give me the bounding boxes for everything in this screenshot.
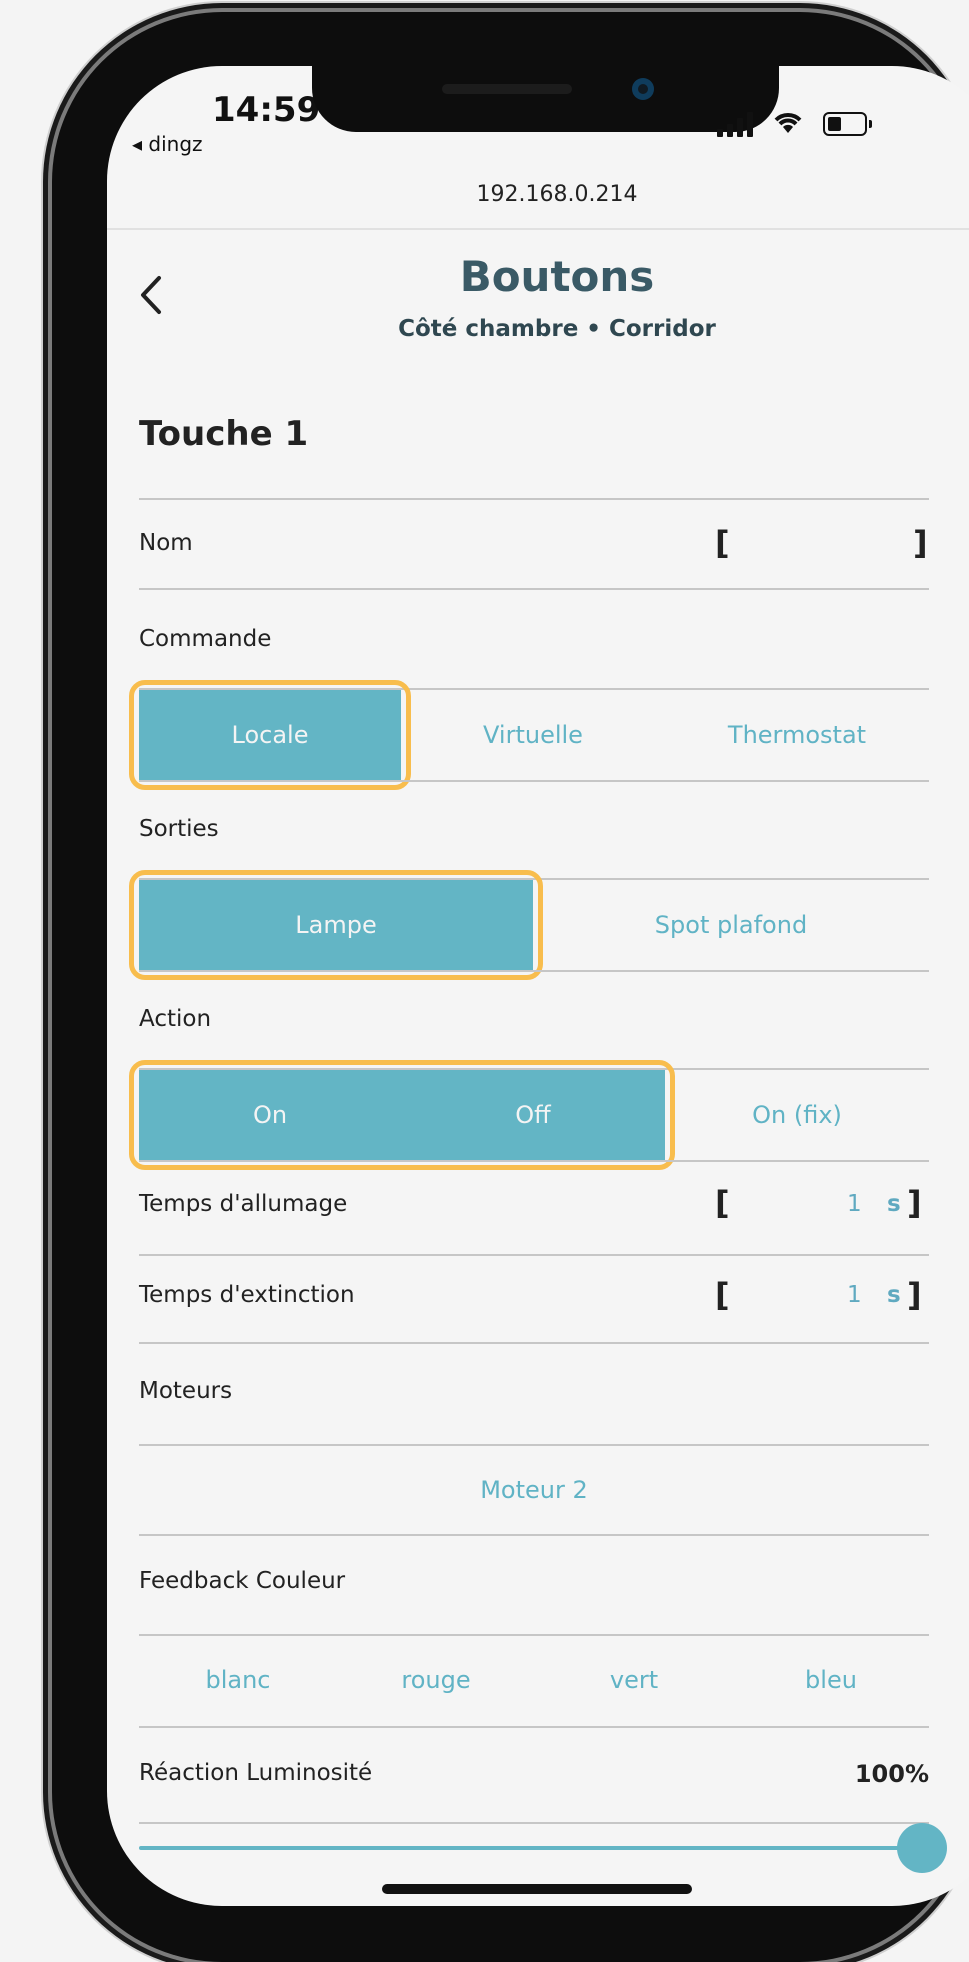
temps-extinction-value[interactable]: 1 [847, 1282, 862, 1308]
feedback-option-blanc[interactable]: blanc [139, 1666, 337, 1694]
home-indicator[interactable] [382, 1884, 692, 1894]
temps-extinction-label: Temps d'extinction [139, 1282, 355, 1308]
highlight-box [129, 1060, 675, 1170]
divider [139, 970, 929, 972]
nom-bracket-open: [ [715, 524, 730, 562]
divider [139, 1534, 929, 1536]
action-option-on-fix[interactable]: On (fix) [665, 1070, 929, 1160]
url-bar-divider [107, 228, 969, 230]
divider [139, 1342, 929, 1344]
nom-field[interactable] [737, 530, 907, 562]
wifi-icon [771, 108, 805, 140]
temps-allumage-unit: s [887, 1191, 901, 1217]
commande-label: Commande [139, 626, 272, 652]
divider [139, 1254, 929, 1256]
temps-extinction-unit: s [887, 1282, 901, 1308]
moteurs-label: Moteurs [139, 1378, 233, 1404]
nom-bracket-close: ] [913, 524, 928, 562]
highlight-box [129, 870, 543, 980]
battery-icon [823, 112, 872, 136]
divider [139, 1726, 929, 1728]
status-time: 14:59 [212, 90, 321, 130]
luminosite-slider-track[interactable] [139, 1846, 903, 1850]
feedback-option-vert[interactable]: vert [535, 1666, 733, 1694]
divider [139, 1160, 929, 1162]
feedback-option-rouge[interactable]: rouge [337, 1666, 535, 1694]
notch [312, 66, 779, 132]
temps-allumage-bracket-open: [ [715, 1184, 730, 1222]
commande-option-virtuelle[interactable]: Virtuelle [401, 690, 665, 780]
sorties-option-spot-plafond[interactable]: Spot plafond [533, 880, 929, 970]
divider [139, 498, 929, 500]
temps-allumage-label: Temps d'allumage [139, 1191, 348, 1217]
status-icons [717, 108, 872, 140]
luminosite-value: 100% [854, 1760, 929, 1788]
temps-extinction-bracket-open: [ [715, 1276, 730, 1314]
volume-up-button [42, 415, 52, 555]
volume-down-button [42, 590, 52, 730]
highlight-box [129, 680, 411, 790]
divider [139, 780, 929, 782]
temps-allumage-value[interactable]: 1 [847, 1191, 862, 1217]
feedback-label: Feedback Couleur [139, 1568, 346, 1594]
page-subtitle: Côté chambre • Corridor [398, 316, 716, 342]
front-camera [632, 78, 654, 100]
action-label: Action [139, 1006, 212, 1032]
back-to-app-link[interactable]: ◂ dingz [132, 132, 203, 156]
nom-label: Nom [139, 530, 193, 556]
temps-extinction-bracket-close: ] [907, 1276, 922, 1314]
luminosite-label: Réaction Luminosité [139, 1760, 373, 1786]
silent-switch [42, 275, 52, 355]
divider [139, 588, 929, 590]
speaker-grille [442, 84, 572, 94]
feedback-option-bleu[interactable]: bleu [733, 1666, 929, 1694]
divider [139, 1822, 929, 1824]
luminosite-slider-thumb[interactable] [897, 1823, 947, 1873]
phone-screen: 14:59 ◂ dingz 192.168.0.214 Boutons Côté… [107, 66, 969, 1906]
moteurs-option-moteur-2[interactable]: Moteur 2 [139, 1476, 929, 1504]
divider [139, 1634, 929, 1636]
temps-allumage-bracket-close: ] [907, 1184, 922, 1222]
signal-icon [717, 111, 753, 137]
browser-url[interactable]: 192.168.0.214 [107, 182, 969, 207]
commande-option-thermostat[interactable]: Thermostat [665, 690, 929, 780]
page-title: Boutons [459, 252, 655, 301]
divider [139, 1444, 929, 1446]
section-title: Touche 1 [139, 414, 309, 454]
sorties-label: Sorties [139, 816, 219, 842]
